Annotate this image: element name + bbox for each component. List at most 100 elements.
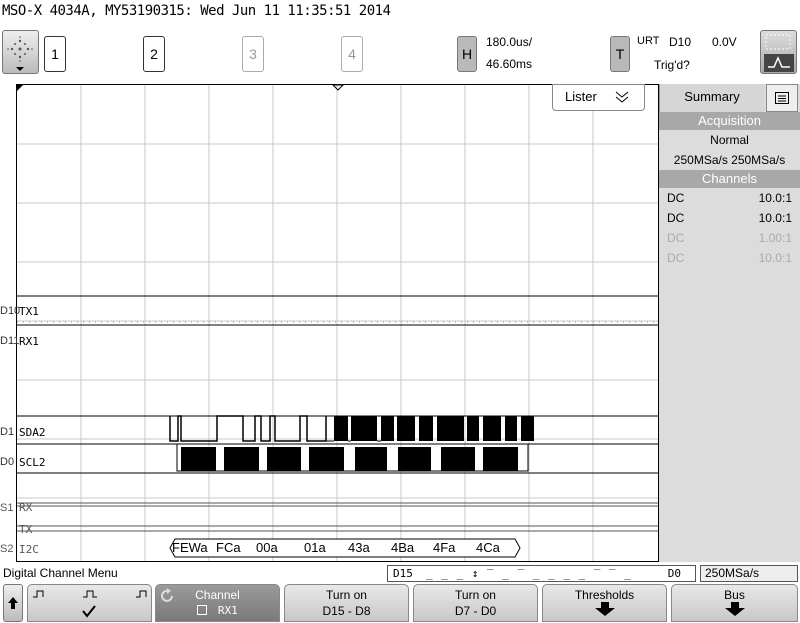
channel-coupling: DC <box>667 211 685 225</box>
channel-1-button[interactable]: 1 <box>44 36 66 72</box>
turn-on-low-label: Turn on <box>455 588 496 602</box>
thresholds-label: Thresholds <box>574 588 635 602</box>
bus-label: Bus <box>724 588 745 602</box>
chevron-down-icon <box>615 91 629 103</box>
s1-rx-label: RX <box>19 501 33 514</box>
list-icon <box>775 92 789 104</box>
time-per-div: 180.0us/ <box>486 35 533 49</box>
channel-coupling: DC <box>667 231 685 245</box>
i2c-packet: 4Ba <box>391 540 415 555</box>
channel-summary-row: DC 10.0:1 <box>659 188 800 208</box>
trigger-mode: URT <box>637 35 660 47</box>
channel-4-label: 4 <box>348 46 356 62</box>
s1-id: S1 <box>0 502 14 514</box>
channel-coupling: DC <box>667 191 685 205</box>
channel-3-label: 3 <box>249 46 257 62</box>
channel-1-label: 1 <box>51 46 59 62</box>
d0-label: SCL2 <box>19 456 46 469</box>
horizontal-delay: 46.60ms <box>486 57 533 71</box>
d0-label: D0 <box>667 567 681 580</box>
activity-indicators: _ _ _ ↕ ‾ _ ‾ _ _ _ _ ‾ ‾ _ <box>426 567 632 580</box>
summary-tab-label: Summary <box>684 89 740 104</box>
scl2-waveform <box>170 443 658 472</box>
thresholds-softkey[interactable]: Thresholds <box>542 584 667 622</box>
i2c-packet: 4Fa <box>433 540 456 555</box>
d10-label: TX1 <box>19 305 39 318</box>
d11-id: D11 <box>0 335 20 347</box>
down-arrow-icon <box>724 602 745 616</box>
s2-id: S2 <box>0 543 14 555</box>
instrument-title: MSO-X 4034A, MY53190315: Wed Jun 11 11:3… <box>2 3 391 19</box>
turn-on-low-range: D7 - D0 <box>454 604 497 618</box>
channel-3-button[interactable]: 3 <box>242 36 264 72</box>
i2c-packet: 43a <box>348 540 370 555</box>
i2c-packet: FEWa <box>172 540 208 555</box>
d10-id: D10 <box>0 305 21 317</box>
checkbox-icon <box>197 605 208 615</box>
left-marker-icon <box>17 85 23 91</box>
trigger-level: 0.0V <box>712 35 737 49</box>
channel-summary-row: DC 1.00:1 <box>659 228 800 248</box>
horizontal-button[interactable]: H <box>457 36 477 72</box>
d1-label: SDA2 <box>19 426 46 439</box>
graticule <box>17 85 658 561</box>
channel-probe: 1.00:1 <box>758 231 792 245</box>
knob-icon <box>7 36 33 71</box>
channel-summary-row: DC 10.0:1 <box>659 248 800 268</box>
pulse-polarity-icon <box>33 590 147 618</box>
bus-softkey[interactable]: Bus <box>671 584 798 622</box>
sda2-waveform <box>169 415 534 442</box>
i2c-packet: FCa <box>216 540 241 555</box>
trigger-button[interactable]: T <box>610 36 630 72</box>
turn-on-high-label: Turn on <box>326 588 367 602</box>
summary-tab[interactable]: Summary <box>659 84 764 112</box>
lister-dropdown[interactable]: Lister <box>552 84 645 111</box>
turn-on-high-range: D15 - D8 <box>322 604 371 618</box>
channel-softkey[interactable]: Channel RX1 <box>155 584 280 622</box>
channel-softkey-value: RX1 <box>217 604 238 617</box>
channel-probe: 10.0:1 <box>758 211 792 225</box>
lister-label: Lister <box>565 89 597 104</box>
i2c-packet: 01a <box>304 540 326 555</box>
channel-summary-row: DC 10.0:1 <box>659 208 800 228</box>
up-arrow-icon <box>8 597 18 609</box>
waveform-grid[interactable]: Lister TX1 RX1 SDA2 SCL2 RX TX I2C FEWa … <box>16 84 659 562</box>
down-arrow-icon <box>594 602 615 616</box>
acquisition-heading: Acquisition <box>659 112 800 130</box>
menu-title: Digital Channel Menu <box>3 566 118 580</box>
summary-menu-button[interactable] <box>766 84 798 112</box>
channel-probe: 10.0:1 <box>758 191 792 205</box>
i2c-packet: 4Ca <box>476 540 500 555</box>
channel-2-button[interactable]: 2 <box>143 36 165 72</box>
turn-on-d7-d0-softkey[interactable]: Turn on D7 - D0 <box>413 584 538 622</box>
channel-coupling: DC <box>667 251 685 265</box>
trigger-status: Trig'd? <box>654 58 690 72</box>
channel-4-button[interactable]: 4 <box>341 36 363 72</box>
channels-heading: Channels <box>659 170 800 188</box>
acquisition-rate: 250MSa/s 250MSa/s <box>673 153 786 167</box>
s2-i2c-label: I2C <box>19 543 39 556</box>
turn-on-d15-d8-softkey[interactable]: Turn on D15 - D8 <box>284 584 409 622</box>
waveform-select-icon <box>764 34 794 72</box>
trigger-label: T <box>615 46 625 62</box>
entry-knob-button[interactable] <box>2 30 39 74</box>
d15-label: D15 <box>393 567 413 580</box>
back-button[interactable] <box>3 584 23 622</box>
d11-label: RX1 <box>19 335 39 348</box>
digital-activity-bar: D15 _ _ _ ↕ ‾ _ ‾ _ _ _ _ ‾ ‾ _ D0 <box>387 565 696 582</box>
sample-rate-status: 250MSa/s <box>700 565 798 582</box>
s1-tx-label: TX <box>19 523 33 536</box>
trigger-source: D10 <box>669 35 692 49</box>
acquisition-mode: Normal <box>710 133 749 147</box>
sample-rate-value: 250MSa/s <box>705 566 760 580</box>
horizontal-label: H <box>461 46 473 62</box>
d1-id: D1 <box>0 426 15 438</box>
zoom-select-button[interactable] <box>760 30 797 74</box>
channel-probe: 10.0:1 <box>758 251 792 265</box>
threshold-polarity-softkey[interactable] <box>27 584 152 622</box>
trigger-position-icon <box>332 85 344 91</box>
channel-2-label: 2 <box>150 46 158 62</box>
i2c-packet: 00a <box>256 540 278 555</box>
d0-id: D0 <box>0 456 15 468</box>
summary-sidebar: Summary Acquisition Normal 250MSa/s 250M… <box>659 84 800 562</box>
